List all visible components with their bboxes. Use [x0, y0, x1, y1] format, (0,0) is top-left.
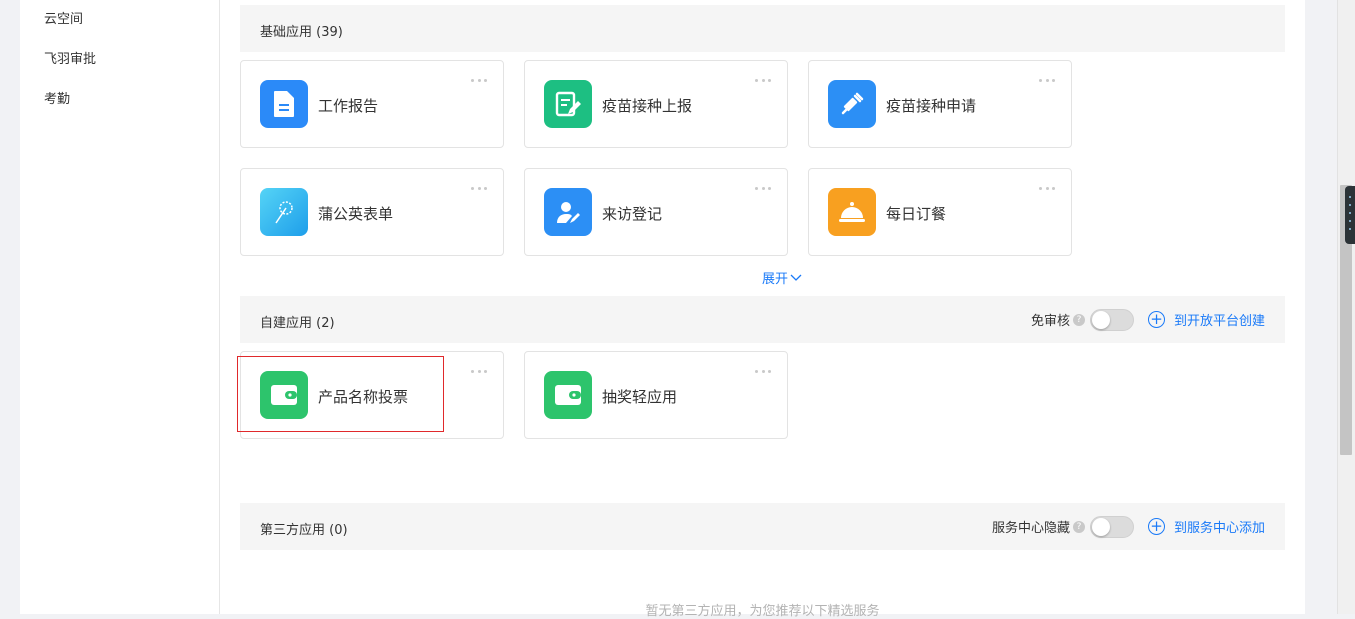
expand-label: 展开 [762, 272, 789, 287]
service-center-add-label: 到服务中心添加 [1173, 521, 1265, 536]
more-options-icon[interactable] [1039, 79, 1055, 83]
custom-apps-header: 自建应用 (2) 免审核 ? + 到开放平台创建 [240, 296, 1285, 343]
document-icon [260, 80, 308, 128]
no-review-toggle[interactable] [1089, 308, 1134, 331]
form-pen-icon [544, 80, 592, 128]
more-options-icon[interactable] [471, 187, 487, 191]
third-party-apps-title: 第三方应用 (0) [260, 523, 348, 538]
app-name: 抽奖轻应用 [602, 388, 678, 406]
third-party-apps-header: 第三方应用 (0) 服务中心隐藏 ? + 到服务中心添加 [240, 503, 1285, 550]
help-icon[interactable]: ? [1072, 520, 1085, 533]
app-card-visitor-register[interactable]: 来访登记 [524, 168, 788, 256]
visitor-icon [544, 188, 592, 236]
side-panel-handle[interactable] [1345, 186, 1355, 244]
expand-button[interactable]: 展开 [762, 268, 802, 287]
help-icon[interactable]: ? [1072, 313, 1085, 326]
wallet-icon [544, 371, 592, 419]
sidebar-item-attendance[interactable]: 考勤 [44, 88, 70, 107]
app-card-daily-meal[interactable]: 每日订餐 [808, 168, 1072, 256]
open-platform-create-link[interactable]: + 到开放平台创建 [1147, 310, 1265, 329]
more-options-icon[interactable] [1039, 187, 1055, 191]
plus-circle-icon: + [1147, 518, 1165, 535]
open-platform-create-label: 到开放平台创建 [1173, 314, 1265, 329]
basic-apps-title: 基础应用 (39) [260, 25, 343, 40]
service-center-hide-toggle[interactable] [1089, 515, 1134, 538]
custom-apps-controls: 免审核 ? + 到开放平台创建 [1031, 296, 1265, 343]
basic-apps-header: 基础应用 (39) [240, 5, 1285, 52]
more-options-icon[interactable] [755, 187, 771, 191]
sidebar: 云空间 飞羽审批 考勤 [20, 0, 220, 614]
app-card-product-vote[interactable]: 产品名称投票 [240, 351, 504, 439]
main-panel: 基础应用 (39) 工作报告 疫苗接种上报 疫苗接种申请 蒲公英表单 来访登记 [220, 0, 1305, 619]
app-name: 工作报告 [318, 97, 379, 115]
empty-third-party-note: 暂无第三方应用，为您推荐以下精选服务 [645, 604, 880, 619]
syringe-icon [828, 80, 876, 128]
service-center-hide-label: 服务中心隐藏 [991, 521, 1070, 536]
vertical-scrollbar[interactable] [1337, 0, 1355, 614]
app-name: 疫苗接种上报 [602, 97, 693, 115]
more-options-icon[interactable] [755, 79, 771, 83]
app-card-vaccine-apply[interactable]: 疫苗接种申请 [808, 60, 1072, 148]
sidebar-item-cloud-space[interactable]: 云空间 [44, 8, 83, 27]
no-review-label: 免审核 [1030, 314, 1070, 329]
more-options-icon[interactable] [471, 79, 487, 83]
third-party-controls: 服务中心隐藏 ? + 到服务中心添加 [992, 503, 1265, 550]
app-card-vaccine-report[interactable]: 疫苗接种上报 [524, 60, 788, 148]
app-name: 每日订餐 [886, 205, 947, 223]
app-card-dandelion-form[interactable]: 蒲公英表单 [240, 168, 504, 256]
plus-circle-icon: + [1147, 311, 1165, 328]
app-card-lottery[interactable]: 抽奖轻应用 [524, 351, 788, 439]
chevron-down-icon [790, 274, 802, 281]
more-options-icon[interactable] [755, 370, 771, 374]
wallet-icon [260, 371, 308, 419]
app-name: 蒲公英表单 [318, 205, 394, 223]
app-name: 来访登记 [602, 205, 663, 223]
app-card-work-report[interactable]: 工作报告 [240, 60, 504, 148]
app-name: 疫苗接种申请 [886, 97, 977, 115]
service-center-add-link[interactable]: + 到服务中心添加 [1147, 517, 1265, 536]
custom-apps-title: 自建应用 (2) [260, 316, 335, 331]
dandelion-icon [260, 188, 308, 236]
sidebar-item-approval[interactable]: 飞羽审批 [44, 48, 96, 67]
app-name: 产品名称投票 [318, 388, 409, 406]
more-options-icon[interactable] [471, 370, 487, 374]
meal-cloche-icon [828, 188, 876, 236]
